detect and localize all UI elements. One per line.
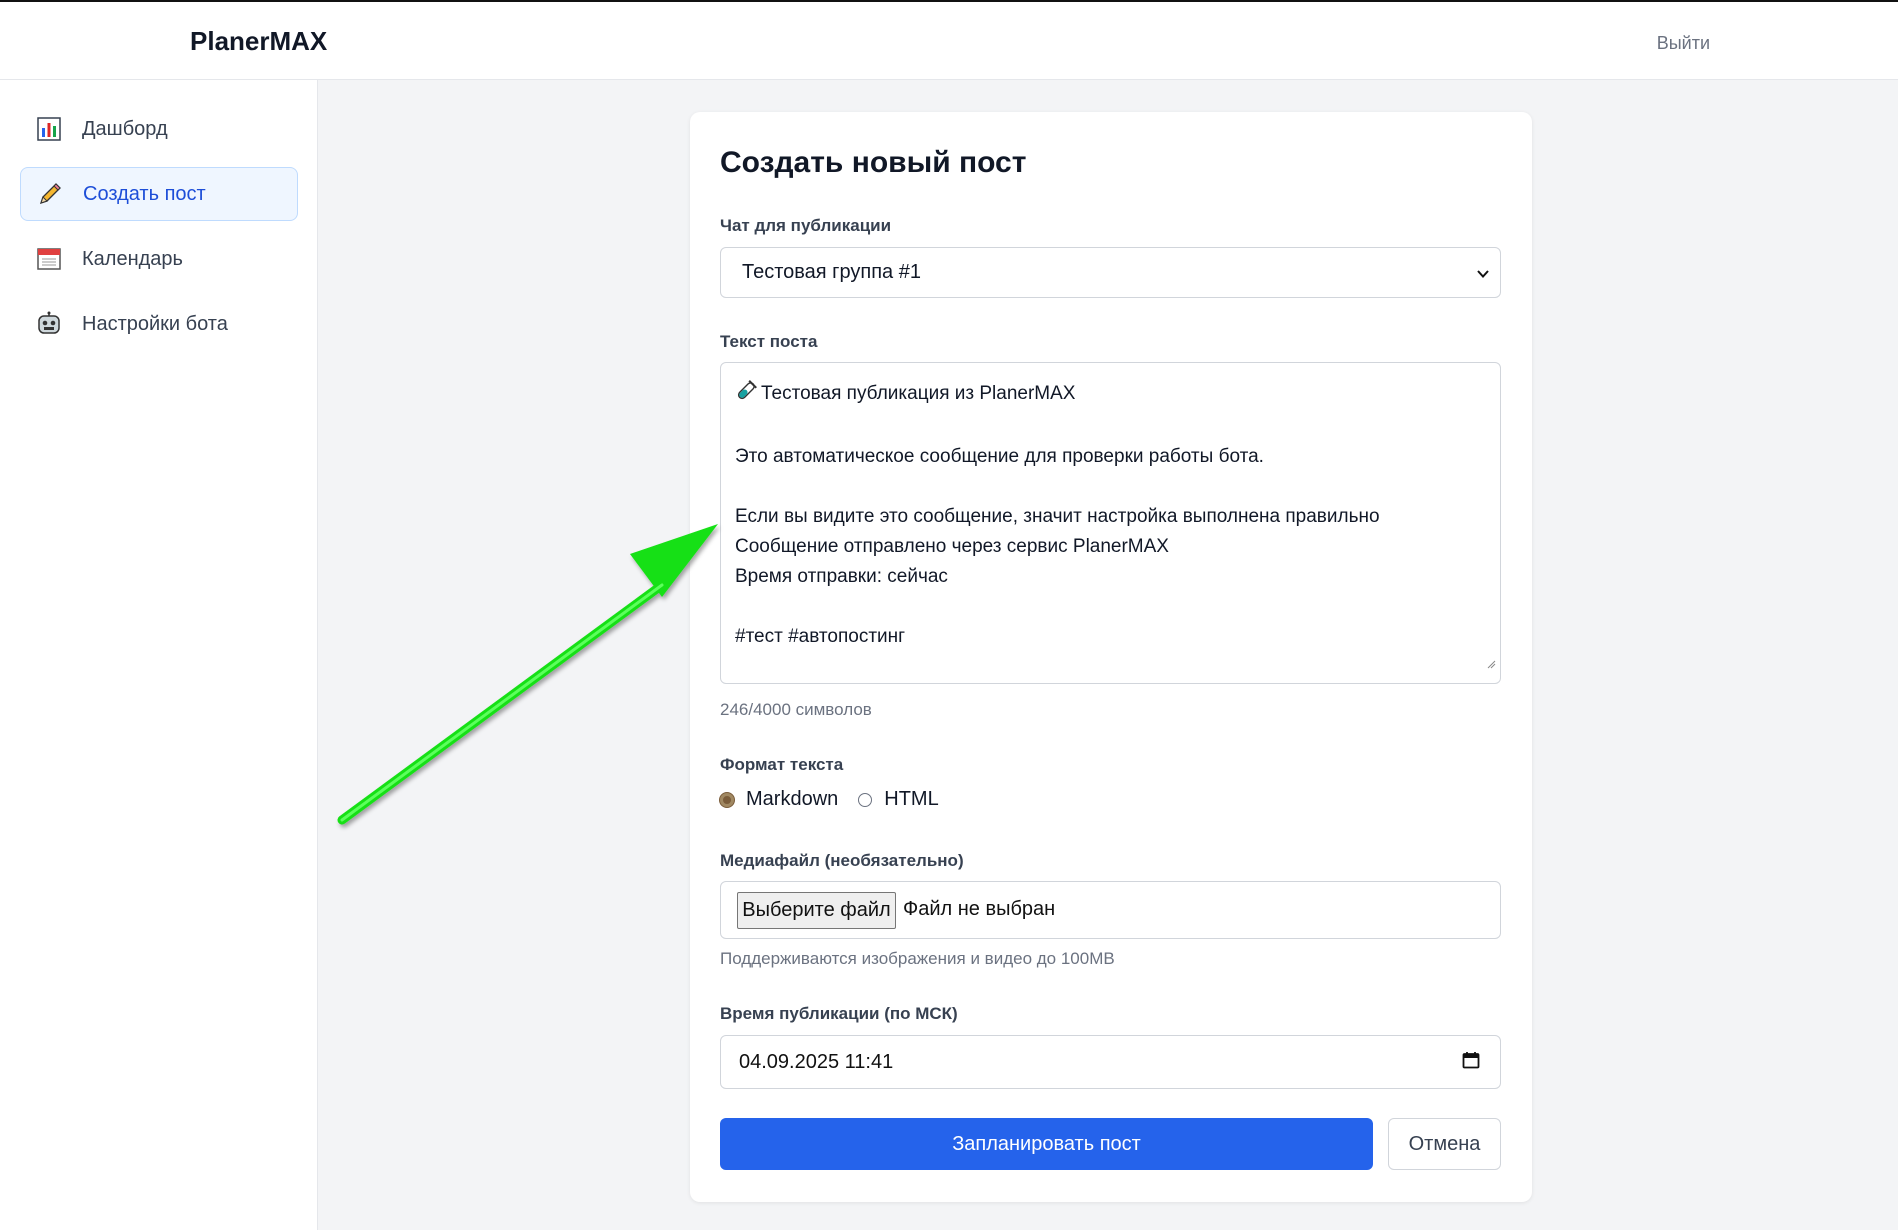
media-hint: Поддерживаются изображения и видео до 10… [720, 949, 1115, 968]
sidebar-item-dashboard[interactable]: Дашборд [20, 102, 298, 156]
sidebar: Дашборд Создать пост Календарь Настройки… [0, 80, 318, 1230]
sidebar-item-create-post[interactable]: Создать пост [20, 167, 298, 221]
test-tube-icon [735, 380, 761, 412]
sidebar-item-label: Создать пост [83, 182, 206, 205]
chat-label: Чат для публикации [720, 216, 892, 235]
publish-time-input[interactable]: 04.09.2025 11:41 [720, 1035, 1501, 1089]
post-text-input[interactable]: Тестовая публикация из PlanerMAX Это авт… [720, 362, 1501, 684]
radio-html[interactable] [858, 792, 873, 807]
robot-icon [36, 311, 62, 337]
time-label: Время публикации (по МСК) [720, 1004, 958, 1023]
calendar-icon [36, 246, 62, 272]
cancel-button[interactable]: Отмена [1388, 1118, 1501, 1170]
brand-logo[interactable]: PlanerMAX [190, 26, 327, 57]
pencil-icon [37, 181, 63, 207]
radio-html-label[interactable]: HTML [884, 788, 938, 811]
radio-markdown[interactable] [720, 792, 734, 807]
schedule-post-button[interactable]: Запланировать пост [720, 1118, 1373, 1170]
char-counter: 246/4000 символов [720, 700, 872, 719]
chat-select[interactable]: Тестовая группа #1 [720, 247, 1501, 298]
resize-handle-icon[interactable] [1486, 649, 1496, 679]
choose-file-button[interactable]: Выберите файл [737, 892, 896, 929]
media-label: Медиафайл (необязательно) [720, 851, 964, 870]
sidebar-item-label: Дашборд [82, 117, 168, 140]
chat-select-value: Тестовая группа #1 [742, 261, 921, 283]
calendar-picker-icon[interactable] [1462, 1051, 1480, 1075]
bar-chart-icon [36, 116, 62, 142]
sidebar-item-calendar[interactable]: Календарь [20, 232, 298, 286]
format-radio-group: Markdown HTML [720, 788, 939, 811]
top-bar: PlanerMAX Выйти [0, 0, 1898, 80]
media-file-input[interactable]: Выберите файл Файл не выбран [720, 881, 1501, 939]
logout-link[interactable]: Выйти [1657, 33, 1710, 54]
format-label: Формат текста [720, 755, 844, 774]
file-status: Файл не выбран [903, 898, 1056, 920]
radio-markdown-label[interactable]: Markdown [746, 788, 838, 811]
post-text-label: Текст поста [720, 332, 818, 351]
post-text-value: Тестовая публикация из PlanerMAX Это авт… [735, 383, 1380, 647]
sidebar-item-label: Календарь [82, 247, 183, 270]
sidebar-item-bot-settings[interactable]: Настройки бота [20, 297, 298, 351]
chevron-down-icon [1476, 264, 1490, 287]
publish-time-value: 04.09.2025 11:41 [739, 1051, 894, 1073]
page-title: Создать новый пост [720, 146, 1027, 179]
sidebar-item-label: Настройки бота [82, 312, 228, 335]
